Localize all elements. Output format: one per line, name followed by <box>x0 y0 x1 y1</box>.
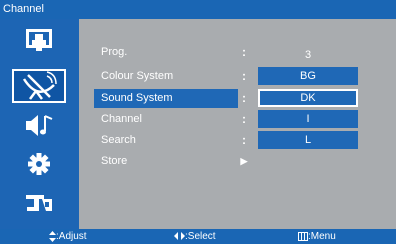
picture-icon[interactable] <box>12 24 66 58</box>
channel-antenna-icon[interactable] <box>12 69 66 103</box>
separator-colon: : <box>242 45 246 59</box>
tv-osd-menu: Channel Prog.: 3 Colour System: Sound … <box>0 0 396 244</box>
menu-item-label: Prog. <box>101 46 128 58</box>
menu-item-label: Colour System <box>101 70 174 82</box>
sound-icon[interactable] <box>12 109 66 143</box>
separator-colon: : <box>242 133 246 147</box>
sound-option-dk[interactable]: DK <box>258 89 358 107</box>
menu-label: :Menu <box>308 231 336 242</box>
select-label: :Select <box>185 231 216 242</box>
menu-item-label: Channel <box>101 113 142 125</box>
adjust-label: :Adjust <box>56 231 87 242</box>
sound-option-bg[interactable]: BG <box>258 67 358 85</box>
menu-title: Channel <box>3 3 44 15</box>
sidebar <box>0 19 79 229</box>
menu-item-search[interactable]: Search <box>94 131 238 150</box>
menu-item-sound-system[interactable]: Sound System <box>94 89 238 108</box>
menu-item-channel[interactable]: Channel <box>94 110 238 129</box>
menu-item-label: Search <box>101 134 136 146</box>
menu-button-icon <box>298 231 308 241</box>
separator-colon: : <box>242 69 246 83</box>
adjust-hint: :Adjust <box>49 229 87 244</box>
title-bar: Channel <box>0 0 396 19</box>
menu-item-label: Sound System <box>101 92 173 104</box>
separator-colon: : <box>242 112 246 126</box>
prog-value: 3 <box>304 49 312 61</box>
up-down-arrows-icon <box>49 230 56 242</box>
select-hint: :Select <box>174 229 216 244</box>
sound-option-i[interactable]: I <box>258 110 358 128</box>
store-arrow-icon[interactable]: ▶ <box>240 152 248 171</box>
input-icon[interactable] <box>12 187 66 221</box>
setup-gear-icon[interactable] <box>12 147 66 181</box>
menu-hint: :Menu <box>298 229 336 244</box>
footer-hint-bar: :Adjust :Select :Menu <box>0 229 396 244</box>
separator-colon: : <box>242 91 246 105</box>
menu-item-prog[interactable]: Prog. <box>94 43 238 62</box>
menu-item-store[interactable]: Store <box>94 152 238 171</box>
sound-option-l[interactable]: L <box>258 131 358 149</box>
left-right-arrows-icon <box>174 232 185 241</box>
menu-item-colour-system[interactable]: Colour System <box>94 67 238 86</box>
menu-item-label: Store <box>101 155 128 167</box>
